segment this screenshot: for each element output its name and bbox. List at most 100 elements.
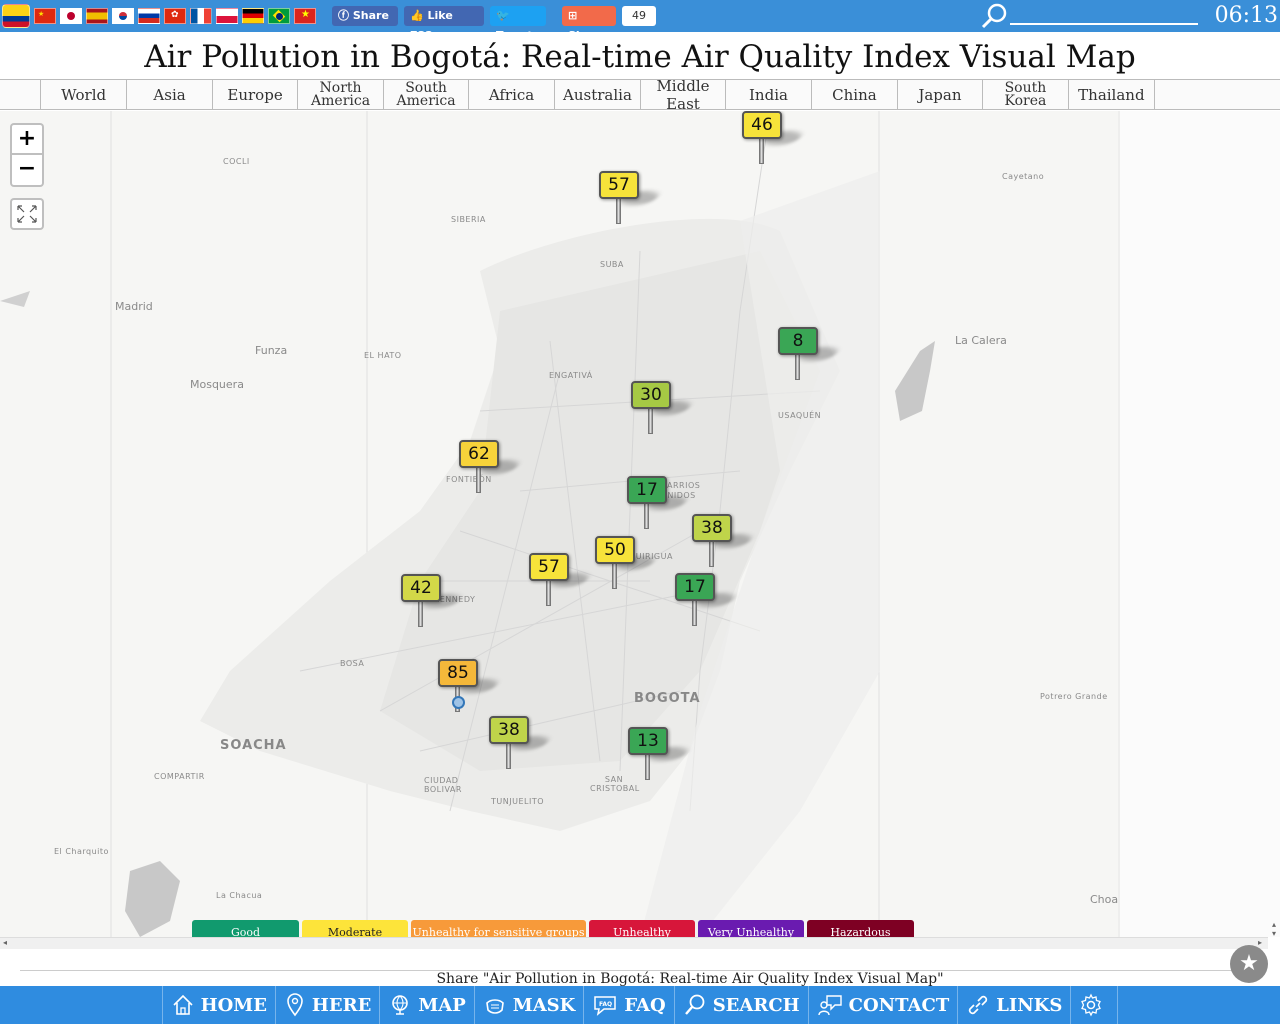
region-spacer [0,80,40,110]
nav-contact-button[interactable]: CONTACT [807,986,958,1024]
germany-flag-icon[interactable] [242,8,264,24]
station-marker[interactable]: 57 [599,171,663,241]
russia-flag-icon[interactable] [138,8,160,24]
legend-moderate: Moderate [302,920,408,937]
faq-bubble-icon: FAQ [594,996,617,1016]
place-label: Madrid [115,300,153,313]
nav-here-button[interactable]: HERE [274,986,379,1024]
china-flag-icon[interactable]: ★ [34,8,56,24]
place-label: COMPARTIR [154,772,205,781]
fullscreen-icon [17,205,37,223]
aqi-legend: Good Moderate Unhealthy for sensitive gr… [192,920,917,937]
region-tab-africa[interactable]: Africa [468,80,554,110]
place-label: Funza [255,344,288,357]
nav-search-button[interactable]: SEARCH [673,986,808,1024]
search-input[interactable] [1010,23,1198,25]
spain-flag-icon[interactable] [86,8,108,24]
south-korea-flag-icon[interactable] [112,8,134,24]
zoom-in-button[interactable]: + [10,123,44,155]
place-label: ENGATIVÁ [549,371,593,380]
station-marker[interactable]: 8 [778,327,842,397]
zoom-out-button[interactable]: − [10,155,44,187]
nav-home-button[interactable]: HOME [161,986,275,1024]
station-marker[interactable]: 42 [401,574,465,644]
vietnam-flag-icon[interactable]: ★ [294,8,316,24]
location-dot-icon [452,696,465,709]
air-quality-map[interactable]: + − COCLI SIBERIA SUBA Cayetano Madrid F… [0,111,1280,937]
scroll-left-icon[interactable]: ◂ [3,938,7,947]
place-label: BOGOTA [634,691,701,706]
station-marker[interactable]: 57 [529,553,593,623]
place-label: USAQUÉN [778,411,822,420]
colombia-flag-icon[interactable] [2,4,30,28]
facebook-share-button[interactable]: ⓕ Share [332,6,398,26]
nav-label: LINKS [996,994,1063,1016]
place-label: EL HATO [364,351,402,360]
vertical-scrollbar[interactable]: ▴ ▾ [1268,920,1280,950]
nav-label: CONTACT [848,994,950,1016]
region-tab-world[interactable]: World [40,80,126,110]
svg-text:FAQ: FAQ [599,1001,612,1008]
nav-map-button[interactable]: MAP [379,986,473,1024]
region-tab-thailand[interactable]: Thailand [1067,80,1154,110]
tweet-button[interactable]: 🐦 Tweet [490,6,546,42]
facebook-like-button[interactable]: 👍 Like 732 [404,6,484,42]
place-label: Cayetano [1002,172,1045,181]
nav-settings-button[interactable] [1070,986,1119,1024]
region-tab-middle-east[interactable]: Middle East [639,77,725,113]
globe-icon [392,995,409,1015]
place-label: TUNJUELITO [491,797,544,806]
share-button[interactable]: ⊞ Share [562,6,616,42]
nav-faq-button[interactable]: FAQ FAQ [583,986,673,1024]
aqi-value: 62 [459,440,499,468]
region-tab-south-korea[interactable]: South Korea [981,80,1068,110]
hong-kong-flag-icon[interactable]: ✿ [164,8,186,24]
brazil-flag-icon[interactable] [268,8,290,24]
place-label: COCLI [223,157,250,166]
scroll-down-icon[interactable]: ▾ [1268,929,1280,938]
station-marker[interactable]: 17 [675,573,739,643]
place-label: El Charquito [54,847,109,856]
station-marker[interactable]: 13 [628,727,692,797]
aqi-value: 42 [401,574,441,602]
nav-mask-button[interactable]: MASK [473,986,584,1024]
place-label: La Calera [955,334,1007,347]
region-tab-japan[interactable]: Japan [896,80,982,110]
region-tab-south-america[interactable]: South America [383,80,468,110]
scroll-right-icon[interactable]: ▸ [1258,938,1262,947]
region-tab-europe[interactable]: Europe [212,80,297,110]
station-marker[interactable]: 38 [489,716,553,786]
legend-hazardous: Hazardous [807,920,914,937]
region-spacer-end [1153,80,1280,110]
region-nav: World Asia Europe North America South Am… [0,77,1280,113]
japan-flag-icon[interactable] [60,8,82,24]
poland-flag-icon[interactable] [216,8,238,24]
station-marker[interactable]: 46 [742,111,806,181]
legend-very-unhealthy: Very Unhealthy [698,920,804,937]
scroll-up-icon[interactable]: ▴ [1268,920,1280,929]
region-tab-india[interactable]: India [725,80,811,110]
page-title: Air Pollution in Bogotá: Real-time Air Q… [144,39,1136,75]
station-marker[interactable]: 62 [459,440,523,510]
top-bar: ★ ✿ ★ ⓕ Share 👍 Like 732 🐦 Tweet ⊞ Share… [0,0,1280,42]
place-label: Mosquera [190,378,244,391]
station-marker[interactable]: 50 [595,536,659,606]
legend-good: Good [192,920,299,937]
region-tab-china[interactable]: China [810,80,897,110]
search-icon [684,994,705,1015]
aqi-value: 57 [599,171,639,199]
nav-links-button[interactable]: LINKS [957,986,1070,1024]
station-marker[interactable]: 85 [438,659,502,729]
horizontal-scrollbar[interactable]: ◂ ▸ [0,937,1268,949]
favorite-star-icon[interactable]: ★ [1230,945,1268,983]
fullscreen-button[interactable] [10,198,44,230]
france-flag-icon[interactable] [190,8,212,24]
region-tab-asia[interactable]: Asia [126,80,212,110]
search-icon[interactable] [980,2,1008,30]
nav-label: SEARCH [712,994,800,1016]
language-flags: ★ ✿ ★ [2,4,320,28]
station-marker[interactable]: 30 [631,381,695,451]
region-tab-australia[interactable]: Australia [554,80,640,110]
region-tab-north-america[interactable]: North America [297,80,383,110]
aqi-value: 8 [778,327,818,355]
